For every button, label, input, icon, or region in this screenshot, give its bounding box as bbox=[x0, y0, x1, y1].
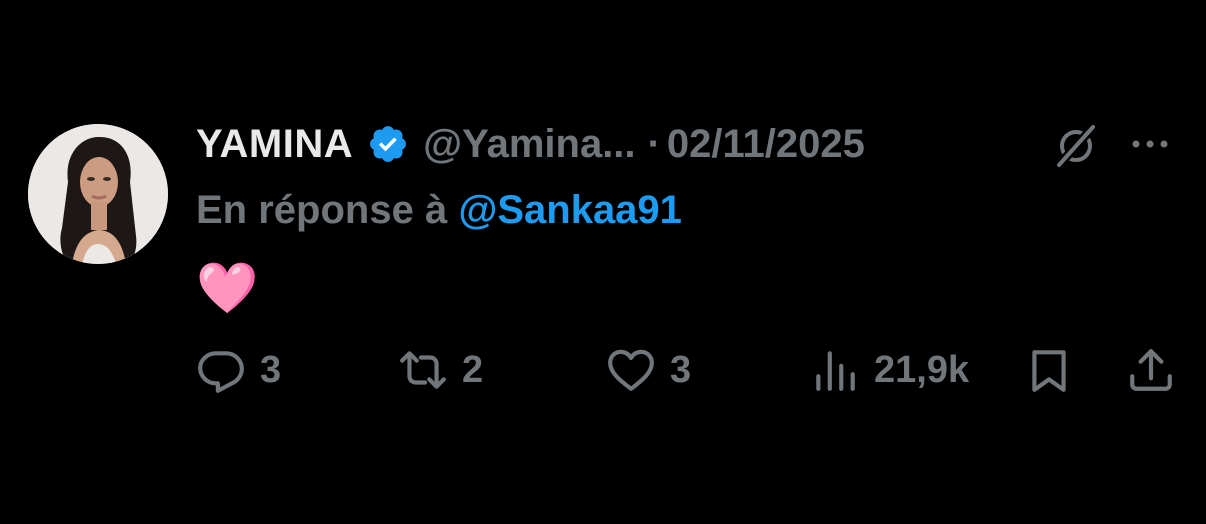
tweet-date[interactable]: 02/11/2025 bbox=[667, 122, 865, 167]
views-button[interactable]: 21,9k bbox=[810, 340, 969, 400]
view-count: 21,9k bbox=[874, 348, 970, 391]
tweet-header: YAMINA @Yamina... · 02/11/2025 bbox=[196, 118, 865, 170]
like-count: 3 bbox=[670, 348, 692, 391]
grok-icon[interactable] bbox=[1052, 122, 1100, 170]
reply-icon bbox=[198, 351, 244, 393]
tweet[interactable]: YAMINA @Yamina... · 02/11/2025 En répons… bbox=[0, 0, 1206, 524]
action-bar: 3 2 3 21,9k bbox=[196, 340, 1186, 400]
author-name[interactable]: YAMINA bbox=[196, 122, 353, 167]
header-separator: · bbox=[647, 121, 661, 166]
views-icon bbox=[816, 351, 855, 391]
like-button[interactable]: 3 bbox=[606, 340, 691, 400]
retweet-button[interactable]: 2 bbox=[398, 340, 483, 400]
reply-count: 3 bbox=[260, 348, 282, 391]
retweet-count: 2 bbox=[462, 348, 484, 391]
reply-prefix: En réponse à bbox=[196, 188, 448, 232]
verified-badge-icon bbox=[370, 126, 407, 162]
author-handle[interactable]: @Yamina... bbox=[423, 122, 635, 167]
reply-button[interactable]: 3 bbox=[196, 340, 281, 400]
share-button[interactable] bbox=[1126, 340, 1176, 400]
bookmark-icon bbox=[1032, 350, 1066, 392]
tweet-text: 🩷 bbox=[196, 260, 259, 316]
share-icon bbox=[1130, 349, 1172, 391]
retweet-icon bbox=[400, 351, 446, 389]
reply-mention-link[interactable]: @Sankaa91 bbox=[458, 188, 682, 232]
heart-icon bbox=[608, 349, 654, 391]
avatar[interactable] bbox=[28, 124, 168, 264]
profile-photo bbox=[28, 124, 168, 264]
bookmark-button[interactable] bbox=[1024, 340, 1074, 400]
reply-context: En réponse à @Sankaa91 bbox=[196, 188, 682, 233]
more-options-icon[interactable] bbox=[1126, 126, 1174, 162]
